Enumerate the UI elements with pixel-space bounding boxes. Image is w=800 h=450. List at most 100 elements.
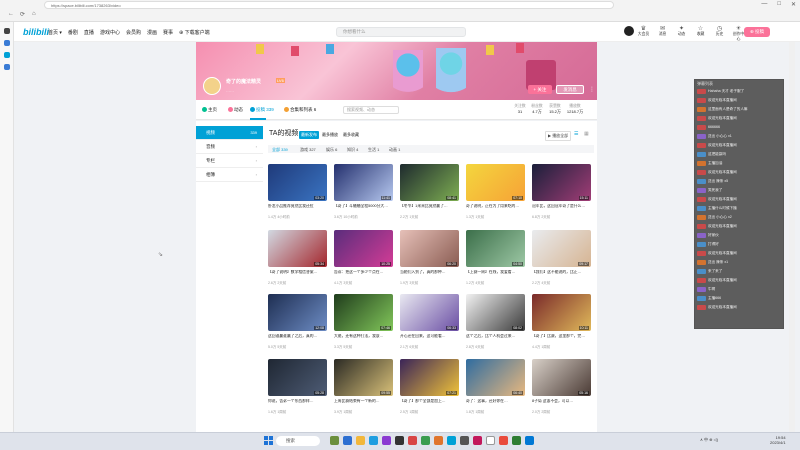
video-card[interactable]: 07:10 奇了说明，正在为了用来吃的… 1.3万 1天前 — [466, 164, 525, 220]
sidebar-icon[interactable] — [3, 28, 10, 34]
video-thumbnail[interactable]: 09:55 — [334, 359, 393, 396]
tab-collections[interactable]: 合集和列表 6 — [284, 107, 316, 113]
user-avatar[interactable] — [624, 26, 634, 36]
video-card[interactable]: 06:33 开心还在回来，这可能看… 2.1万 6天前 — [400, 294, 459, 350]
video-card[interactable]: 11:41 【奇了】斗蛐蛐全程5000分大… 3.6万 10小时前 — [334, 164, 393, 220]
header-item-message[interactable]: ✉ 消息 — [655, 25, 670, 42]
taskbar-app-icon[interactable] — [512, 436, 521, 445]
stat-fans[interactable]: 粉丝数 4.7万 — [528, 104, 546, 115]
menu-item-article[interactable]: 专栏 › — [196, 154, 263, 168]
taskbar-app-icon[interactable] — [395, 436, 404, 445]
menu-item-video[interactable]: 视频 339 — [196, 126, 263, 140]
grid-view-icon[interactable]: ▦ — [584, 131, 590, 137]
video-title[interactable]: 【奇了说明】数学相信答案… — [268, 270, 327, 280]
video-card[interactable]: 15:11 冠军比，这回冠军奇了是什么… 6.8万 2天前 — [532, 164, 591, 220]
video-title[interactable]: 告诉：把这一个多少个点在… — [334, 270, 393, 280]
video-title[interactable]: 奇了：这事，还好你在… — [466, 399, 525, 409]
sort-most-played[interactable]: 最多播放 — [320, 131, 340, 139]
video-thumbnail[interactable]: 08:41 — [400, 164, 459, 201]
video-card[interactable]: 09:55 上周比赛结束有一个新的… 3.9万 1周前 — [334, 359, 393, 415]
taskbar-app-icon[interactable] — [421, 436, 430, 445]
video-thumbnail[interactable]: 09:17 — [532, 230, 591, 267]
video-card[interactable]: 04:50 【上赛一周】在线，我爱看… 1.2万 4天前 — [466, 230, 525, 286]
tab-dynamic[interactable]: 动态 — [228, 107, 243, 113]
video-thumbnail[interactable]: 10:11 — [532, 294, 591, 331]
taskbar-app-icon[interactable] — [434, 436, 443, 445]
taskbar-app-icon[interactable] — [343, 436, 352, 445]
video-title[interactable]: 开心还在回来，这可能看… — [400, 334, 459, 344]
nav-item[interactable]: 会员购 — [126, 29, 141, 36]
video-card[interactable]: 06:20 当她们入到了，真的那种… 1.9万 3天前 — [400, 230, 459, 286]
video-thumbnail[interactable]: 12:08 — [268, 294, 327, 331]
video-card[interactable]: 10:11 【奇了】比赛，这里那个，完… 4.4万 1周前 — [532, 294, 591, 350]
maximize-button[interactable]: □ — [777, 1, 781, 8]
video-thumbnail[interactable]: 07:46 — [334, 294, 393, 331]
video-thumbnail[interactable]: 08:02 — [466, 294, 525, 331]
system-tray[interactable]: ∧ 中 ⊕ ◁) — [700, 437, 718, 443]
address-bar[interactable]: https://space.bilibili.com/1738263/video — [44, 1, 614, 9]
video-card[interactable]: 03:20 卧龙小品推荐竟然比我还拉 1.4万 4小时前 — [268, 164, 327, 220]
video-title[interactable]: 【冬令】1米米比竟然赢了… — [400, 204, 459, 214]
video-title[interactable]: 当她们入到了，真的那种… — [400, 270, 459, 280]
taskbar-app-icon[interactable] — [460, 436, 469, 445]
nav-item[interactable]: 首页 ▾ — [48, 29, 62, 36]
back-icon[interactable]: ← — [8, 11, 14, 17]
search-input[interactable]: 你想看什么 — [336, 27, 466, 37]
tab-uploads[interactable]: 投稿 339 — [250, 107, 274, 113]
refresh-icon[interactable]: ⟳ — [20, 11, 25, 18]
filter-life[interactable]: 生活 1 — [368, 147, 379, 153]
video-title[interactable]: 大佬，还有这种打法，我该… — [334, 334, 393, 344]
close-button[interactable]: ✕ — [791, 1, 796, 8]
taskbar-app-icon[interactable] — [525, 436, 534, 445]
video-thumbnail[interactable]: 07:10 — [466, 164, 525, 201]
video-thumbnail[interactable]: 10:25 — [334, 230, 393, 267]
site-logo[interactable]: bilibili — [23, 27, 49, 37]
video-card[interactable]: 07:46 大佬，还有这种打法，我该… 3.3万 5天前 — [334, 294, 393, 350]
taskbar-app-icon[interactable] — [499, 436, 508, 445]
video-thumbnail[interactable]: 15:11 — [532, 164, 591, 201]
video-thumbnail[interactable]: 05:34 — [268, 230, 327, 267]
video-card[interactable]: 09:17 【我们】这不能说的，比正… 2.2万 4天前 — [532, 230, 591, 286]
video-card[interactable]: 08:41 【冬令】1米米比竟然赢了… 2.2万 1天前 — [400, 164, 459, 220]
sort-latest[interactable]: 最新发布 — [299, 131, 319, 139]
video-title[interactable]: 【奇了】比赛，这里那个，完… — [532, 334, 591, 344]
nav-item[interactable]: 番剧 — [68, 29, 78, 36]
taskbar-app-icon[interactable] — [447, 436, 456, 445]
header-item-history[interactable]: ◷ 历史 — [712, 25, 727, 42]
video-title[interactable]: 冠军比，这回冠军奇了是什么… — [532, 204, 591, 214]
profile-search-input[interactable]: 搜索视频、动态 — [343, 106, 399, 114]
upload-button[interactable]: ⊕ 投稿 — [744, 27, 770, 37]
filter-ent[interactable]: 娱乐 6 — [326, 147, 337, 153]
video-card[interactable]: 08:02 这个之后，比个人机会过来… 2.8万 6天前 — [466, 294, 525, 350]
header-item-vip[interactable]: ♛ 大会员 — [636, 25, 651, 42]
follow-button[interactable]: + 关注 — [528, 85, 552, 94]
video-thumbnail[interactable]: 03:20 — [268, 164, 327, 201]
home-icon[interactable]: ⌂ — [32, 11, 36, 17]
video-card[interactable]: 05:34 【奇了说明】数学相信答案… 2.6万 2天前 — [268, 230, 327, 286]
stat-following[interactable]: 关注数 31 — [511, 104, 529, 114]
sort-most-fav[interactable]: 最多收藏 — [341, 131, 361, 139]
video-title[interactable]: 上周比赛结束有一个新的… — [334, 399, 393, 409]
tab-home[interactable]: 主页 — [202, 107, 217, 113]
more-icon[interactable]: ⋮ — [589, 86, 595, 93]
video-thumbnail[interactable]: 05:16 — [532, 359, 591, 396]
video-thumbnail[interactable]: 11:41 — [334, 164, 393, 201]
sidebar-icon[interactable] — [3, 64, 10, 70]
video-card[interactable]: 06:40 奇了：这事，还好你在… 1.8万 1周前 — [466, 359, 525, 415]
video-title[interactable]: 这个之后，比个人机会过来… — [466, 334, 525, 344]
video-card[interactable]: 07:21 【奇了】那个全部是加上… 2.5万 1周前 — [400, 359, 459, 415]
header-item-favorites[interactable]: ☆ 收藏 — [693, 25, 708, 42]
video-title[interactable]: 卧龙小品推荐竟然比我还拉 — [268, 204, 327, 214]
up-avatar[interactable] — [203, 77, 221, 95]
video-thumbnail[interactable]: 06:40 — [466, 359, 525, 396]
menu-item-album[interactable]: 相簿 › — [196, 168, 263, 182]
sidebar-icon[interactable] — [3, 40, 10, 46]
nav-item[interactable]: 游戏中心 — [100, 29, 120, 36]
video-title[interactable]: 你说，告诉一个东西那样… — [268, 399, 327, 409]
filter-anim[interactable]: 动画 1 — [389, 147, 400, 153]
video-thumbnail[interactable]: 06:20 — [400, 230, 459, 267]
filter-game[interactable]: 游戏 327 — [300, 147, 316, 153]
taskbar-app-icon[interactable] — [369, 436, 378, 445]
taskbar-app-icon[interactable] — [330, 436, 339, 445]
taskbar-search[interactable]: 搜索 — [276, 436, 320, 446]
